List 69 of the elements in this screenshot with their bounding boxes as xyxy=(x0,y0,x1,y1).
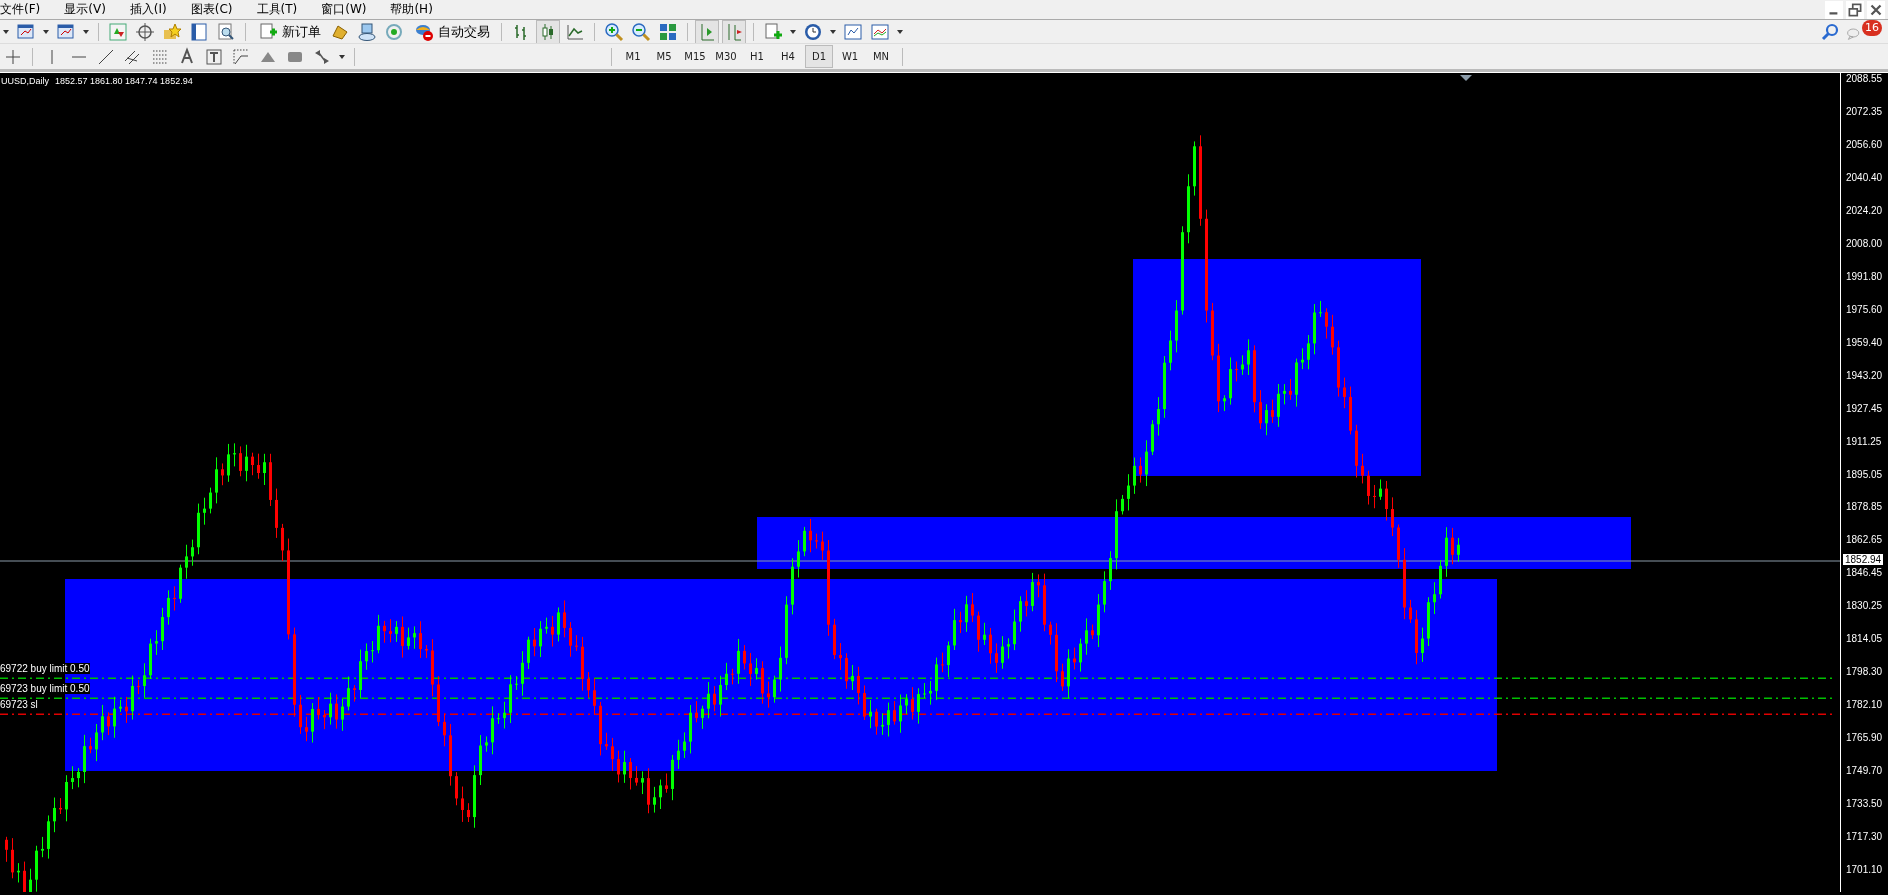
price-label: 1975.60 xyxy=(1846,303,1883,315)
price-label: 2008.00 xyxy=(1846,237,1883,249)
caret-icon[interactable] xyxy=(82,27,90,36)
auto-trading-button[interactable]: 自动交易 xyxy=(410,21,493,42)
restore-icon[interactable] xyxy=(1846,0,1864,19)
price-label: 1765.90 xyxy=(1846,732,1883,744)
menu-item[interactable]: 图表(C) xyxy=(190,1,243,18)
price-label: 2088.55 xyxy=(1846,73,1883,84)
panel-icon[interactable] xyxy=(188,20,210,43)
order-label: 69722 buy limit 0.50 xyxy=(0,663,90,674)
price-label: 1911.25 xyxy=(1846,435,1882,447)
cloud-icon[interactable] xyxy=(356,20,378,43)
price-label: 1814.05 xyxy=(1846,633,1883,645)
price-label: 2040.40 xyxy=(1846,171,1883,183)
timeframe-button[interactable]: D1 xyxy=(806,46,832,67)
symbol-label: UUSD,Daily xyxy=(1,76,49,86)
menu-item[interactable]: 文件(F) xyxy=(0,1,51,18)
price-label: 1895.05 xyxy=(1846,468,1883,480)
order-label: 69723 sl xyxy=(0,699,38,710)
caret-icon[interactable] xyxy=(896,27,904,36)
timeframe-button[interactable]: M1 xyxy=(620,46,646,67)
shift-marker-icon xyxy=(1460,75,1472,81)
auto-scroll-icon[interactable] xyxy=(696,20,718,43)
zoom-out-icon[interactable] xyxy=(630,20,652,43)
chart-shift-icon[interactable] xyxy=(723,20,745,43)
price-label: 2024.20 xyxy=(1846,204,1883,216)
caret-icon[interactable] xyxy=(42,27,50,36)
price-label: 1959.40 xyxy=(1846,336,1883,348)
current-price-label: 1852.94 xyxy=(1843,554,1884,565)
price-label: 1749.70 xyxy=(1846,765,1883,777)
menu-item[interactable]: 窗口(W) xyxy=(321,1,377,18)
caret-icon[interactable] xyxy=(829,27,837,36)
menu-item[interactable]: 插入(I) xyxy=(129,1,177,18)
notification-badge: 16 xyxy=(1862,19,1882,36)
price-label: 1717.30 xyxy=(1846,831,1883,843)
timeframe-button[interactable]: M5 xyxy=(651,46,677,67)
timeframe-button[interactable]: M30 xyxy=(713,46,739,67)
close-icon[interactable] xyxy=(1867,0,1885,19)
price-label: 1782.10 xyxy=(1846,699,1883,711)
zoom-in-icon[interactable] xyxy=(603,20,625,43)
timeframe-button[interactable]: M15 xyxy=(682,46,708,67)
timeframe-button[interactable]: H4 xyxy=(775,46,801,67)
price-label: 1846.45 xyxy=(1846,567,1883,579)
caret-icon[interactable] xyxy=(2,27,10,36)
order-label: 69723 buy limit 0.50 xyxy=(0,683,90,694)
minimize-icon[interactable] xyxy=(1825,0,1843,19)
price-label: 1878.85 xyxy=(1846,501,1883,513)
price-label: 2072.35 xyxy=(1846,105,1883,117)
timeframe-button[interactable]: W1 xyxy=(837,46,863,67)
candle-chart-icon[interactable] xyxy=(537,20,559,43)
caret-icon[interactable] xyxy=(789,27,797,36)
price-label: 1701.10 xyxy=(1846,864,1883,876)
price-label: 1862.65 xyxy=(1846,534,1883,546)
price-label: 1733.50 xyxy=(1846,798,1883,810)
timeframe-button[interactable]: MN xyxy=(868,46,894,67)
price-label: 1927.45 xyxy=(1846,402,1883,414)
crosshair-icon[interactable] xyxy=(134,20,156,43)
menu-item[interactable]: 帮助(H) xyxy=(390,1,443,18)
timeframe-button[interactable]: H1 xyxy=(744,46,770,67)
price-label: 1943.20 xyxy=(1846,369,1883,381)
price-label: 1798.30 xyxy=(1846,666,1883,678)
caret-icon[interactable] xyxy=(338,52,346,61)
price-label: 1830.25 xyxy=(1846,600,1883,612)
new-order-button[interactable]: 新订单 xyxy=(254,21,324,42)
menu-item[interactable]: 工具(T) xyxy=(256,1,308,18)
price-label: 1991.80 xyxy=(1846,270,1883,282)
menu-item[interactable]: 显示(V) xyxy=(64,1,116,18)
price-label: 2056.60 xyxy=(1846,138,1883,150)
ohlc-values: 1852.57 1861.80 1847.74 1852.94 xyxy=(55,76,193,86)
